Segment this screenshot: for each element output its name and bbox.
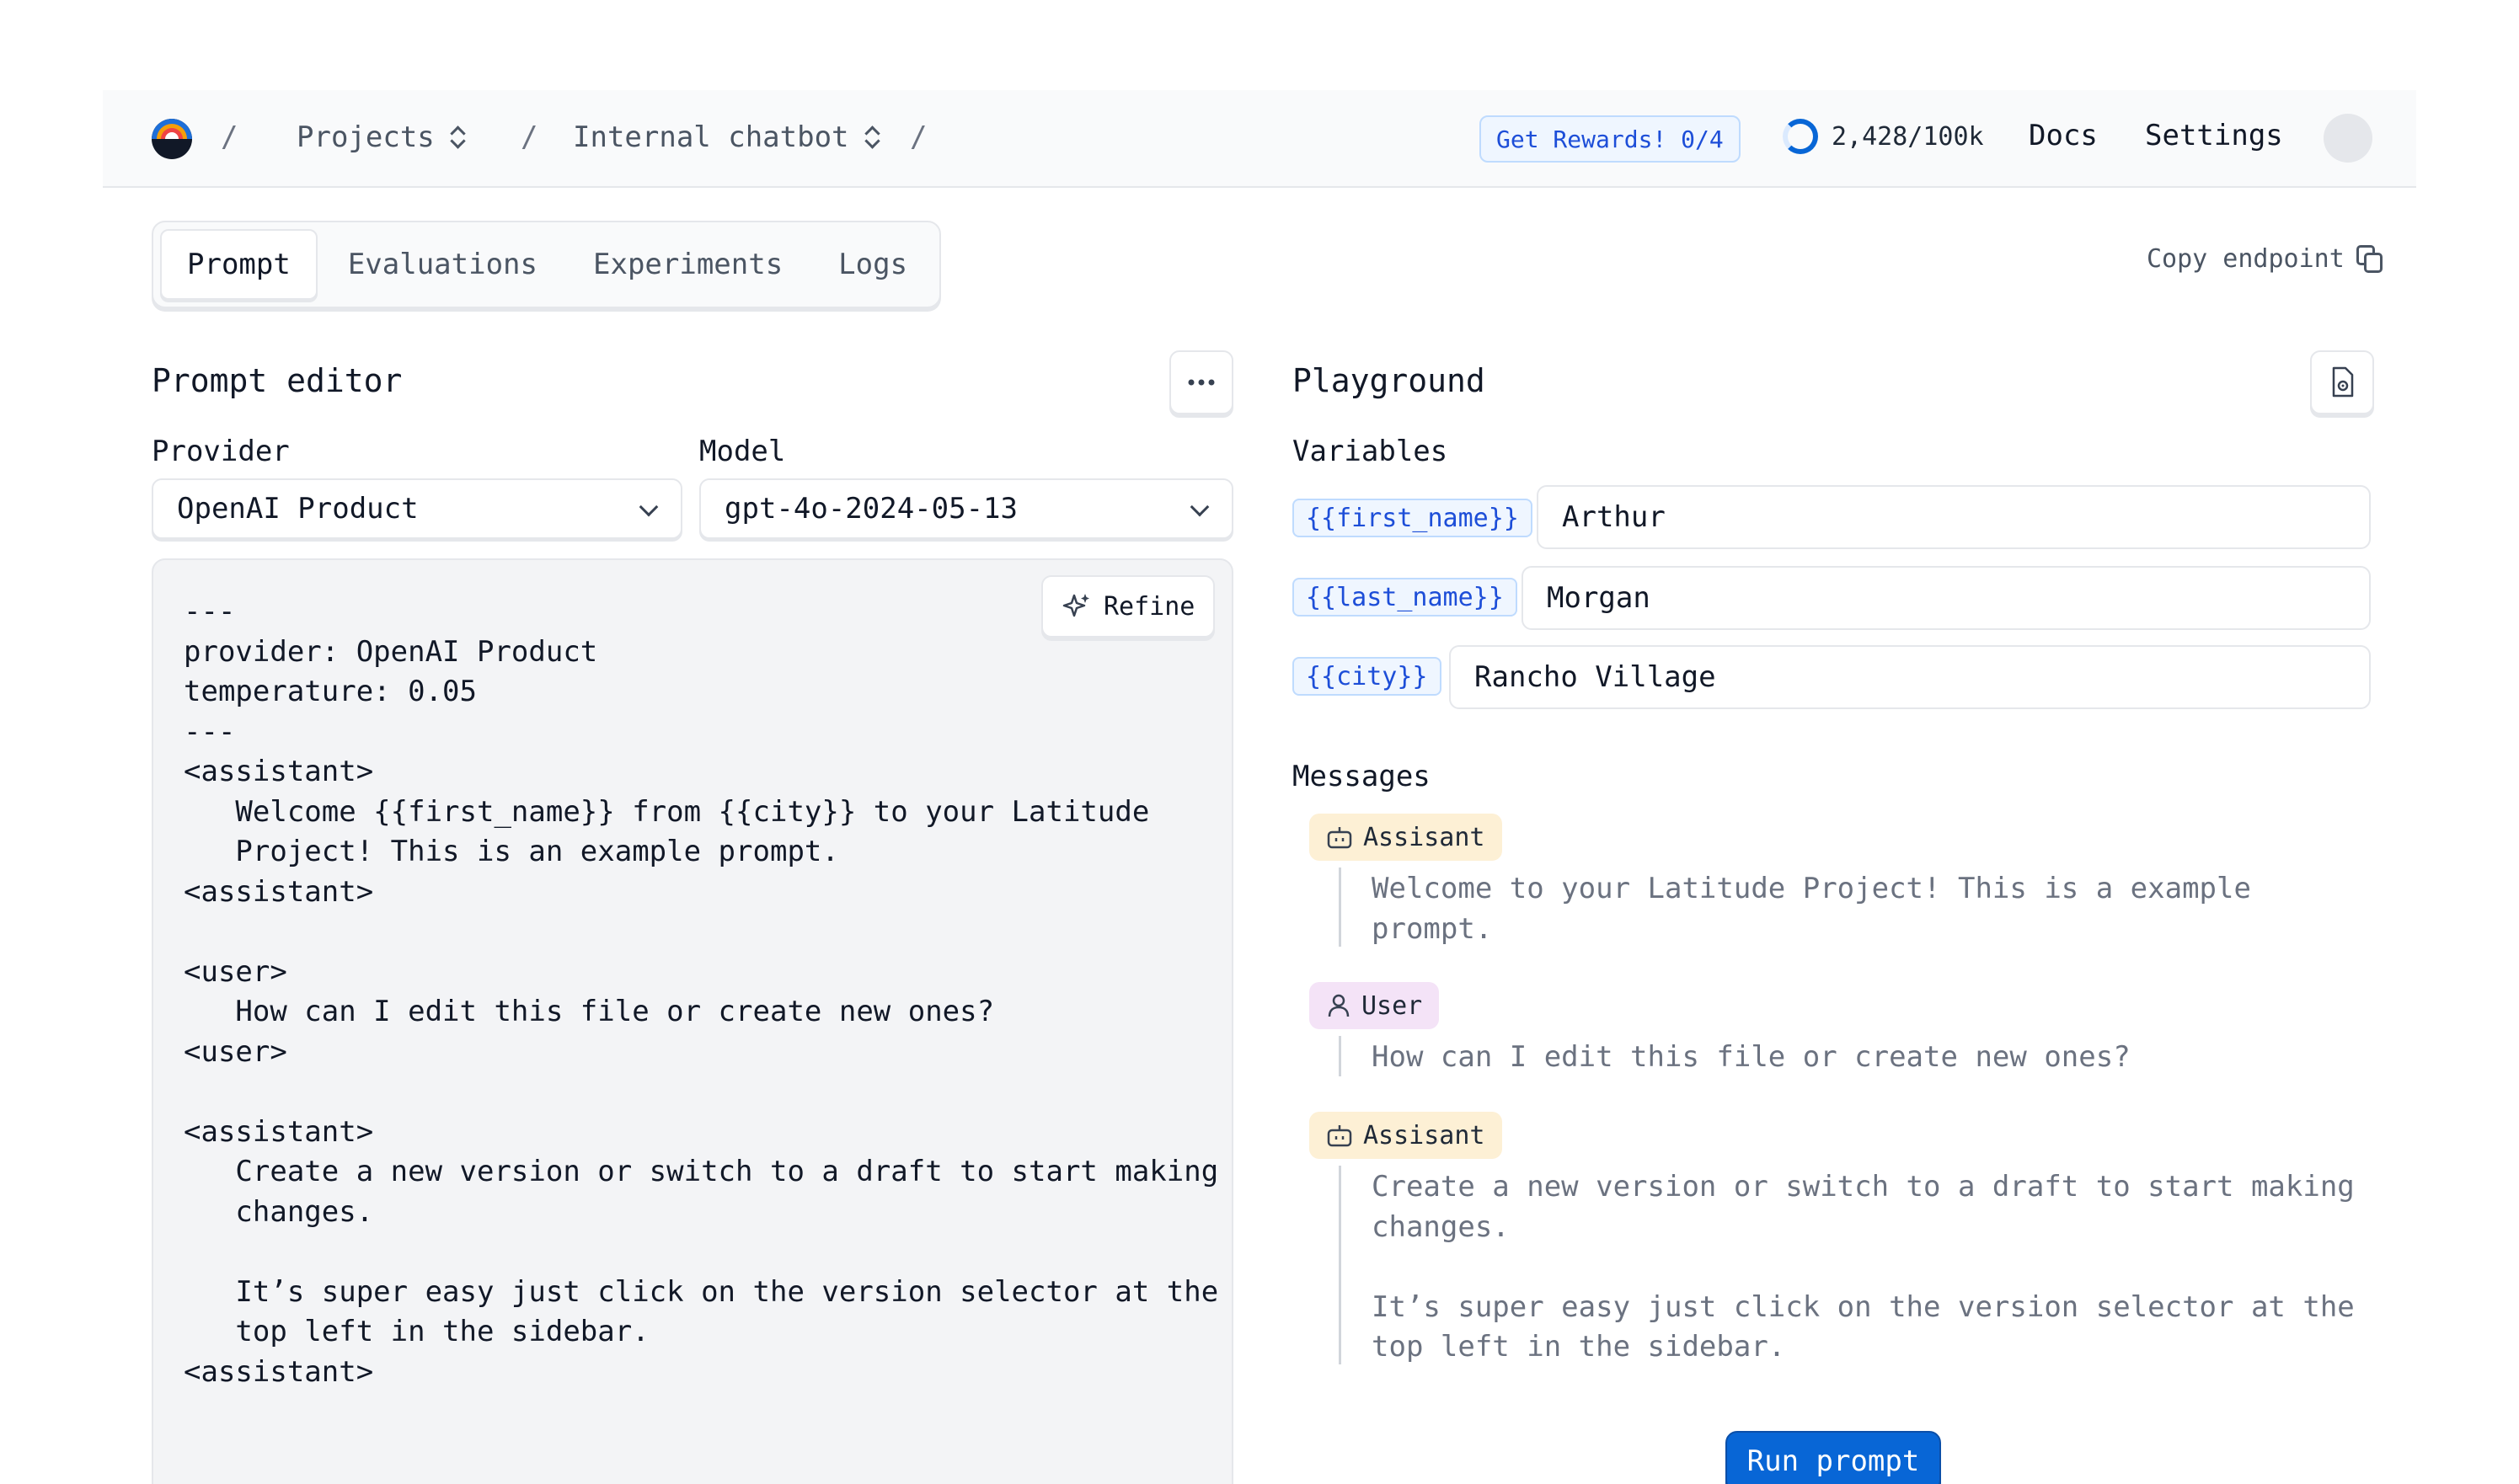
more-options-button[interactable] xyxy=(1169,350,1233,414)
sparkle-icon xyxy=(1062,594,1089,617)
avatar[interactable] xyxy=(2324,114,2372,163)
breadcrumb-project[interactable]: Internal chatbot xyxy=(573,120,881,154)
message-text: Create a new version or switch to a draf… xyxy=(1372,1170,2355,1364)
bot-icon xyxy=(1327,827,1352,849)
settings-link[interactable]: Settings xyxy=(2145,119,2283,152)
provider-value: OpenAI Product xyxy=(177,492,419,526)
breadcrumb-separator: / xyxy=(221,120,238,154)
user-icon xyxy=(1328,994,1350,1017)
prompt-code: --- provider: OpenAI Product temperature… xyxy=(184,595,1219,1389)
prompt-code-editor[interactable]: --- provider: OpenAI Product temperature… xyxy=(152,558,1233,1484)
playground-title: Playground xyxy=(1292,362,1485,399)
assistant-role-badge: Assisant xyxy=(1309,814,1502,861)
prompt-editor-title: Prompt editor xyxy=(152,362,403,399)
breadcrumb-projects[interactable]: Projects xyxy=(297,120,467,154)
latitude-logo[interactable] xyxy=(152,119,192,159)
provider-label: Provider xyxy=(152,435,290,468)
tab-prompt[interactable]: Prompt xyxy=(160,229,318,300)
breadcrumb-separator: / xyxy=(910,120,928,154)
get-rewards-button[interactable]: Get Rewards! 0/4 xyxy=(1479,115,1741,163)
variable-tag-last-name: {{last_name}} xyxy=(1292,578,1517,617)
file-settings-icon xyxy=(2332,366,2354,398)
variable-input-first-name[interactable]: Arthur xyxy=(1537,485,2371,549)
chevron-down-icon xyxy=(1190,497,1210,517)
chevron-down-icon xyxy=(639,497,659,517)
breadcrumb-label: Projects xyxy=(297,120,435,154)
run-prompt-button[interactable]: Run prompt xyxy=(1725,1431,1941,1484)
bot-icon xyxy=(1327,1125,1352,1147)
refine-button[interactable]: Refine xyxy=(1041,575,1216,638)
ellipsis-icon xyxy=(1188,379,1215,386)
top-bar: / Projects / Internal chatbot / Get Rewa… xyxy=(103,90,2416,188)
message-role-label: Assisant xyxy=(1363,822,1485,852)
docs-link[interactable]: Docs xyxy=(2029,119,2098,152)
model-label: Model xyxy=(699,435,786,468)
copy-endpoint-label: Copy endpoint xyxy=(2147,244,2345,274)
variables-label: Variables xyxy=(1292,435,1448,468)
provider-select[interactable]: OpenAI Product xyxy=(152,478,682,539)
message-role-label: Assisant xyxy=(1363,1120,1485,1150)
usage-ring-icon xyxy=(1783,119,1818,154)
copy-endpoint-button[interactable]: Copy endpoint xyxy=(2147,244,2383,274)
variable-tag-city: {{city}} xyxy=(1292,657,1441,696)
message-text: Welcome to your Latitude Project! This i… xyxy=(1372,872,2251,946)
user-role-badge: User xyxy=(1309,982,1440,1029)
usage-label: 2,428/100k xyxy=(1832,121,1984,152)
message-divider xyxy=(1339,1036,1341,1076)
message-role-label: User xyxy=(1361,990,1423,1021)
tab-bar: Prompt Evaluations Experiments Logs xyxy=(152,221,942,308)
variable-tag-first-name: {{first_name}} xyxy=(1292,499,1532,537)
chevron-up-down-icon xyxy=(450,123,467,152)
variable-input-city[interactable]: Rancho Village xyxy=(1449,645,2371,709)
usage-indicator[interactable]: 2,428/100k xyxy=(1783,119,1984,154)
message-divider xyxy=(1339,867,1341,947)
breadcrumb-label: Internal chatbot xyxy=(573,120,849,154)
assistant-role-badge: Assisant xyxy=(1309,1112,1502,1159)
playground-settings-button[interactable] xyxy=(2310,350,2374,414)
messages-label: Messages xyxy=(1292,760,1431,793)
copy-icon xyxy=(2356,244,2383,274)
tab-evaluations[interactable]: Evaluations xyxy=(323,229,563,300)
model-value: gpt-4o-2024-05-13 xyxy=(725,492,1018,526)
variable-input-last-name[interactable]: Morgan xyxy=(1522,566,2371,630)
tab-logs[interactable]: Logs xyxy=(813,229,933,300)
refine-label: Refine xyxy=(1104,591,1195,622)
breadcrumb-separator: / xyxy=(521,120,538,154)
tab-experiments[interactable]: Experiments xyxy=(568,229,808,300)
message-divider xyxy=(1339,1166,1341,1364)
message-text: How can I edit this file or create new o… xyxy=(1372,1040,2131,1074)
model-select[interactable]: gpt-4o-2024-05-13 xyxy=(699,478,1233,539)
chevron-up-down-icon xyxy=(864,123,881,152)
